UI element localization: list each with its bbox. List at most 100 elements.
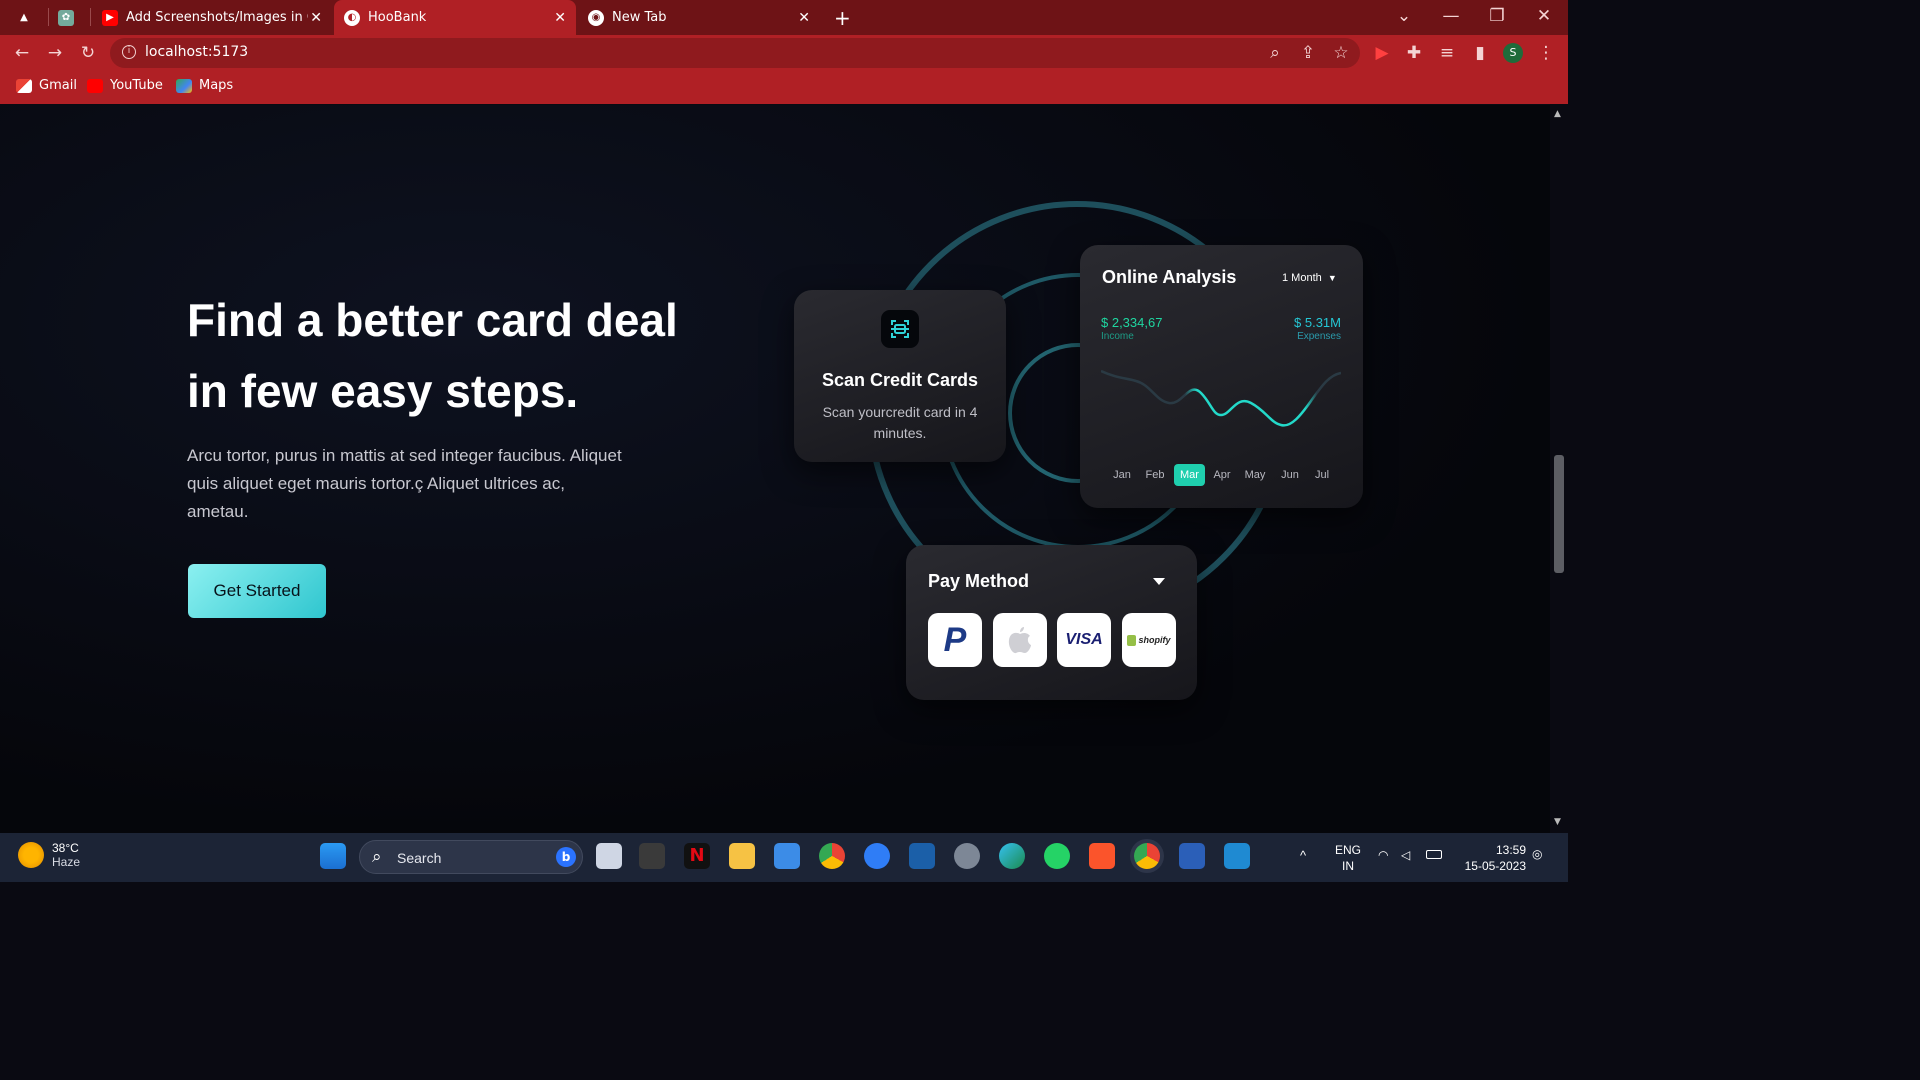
- chrome-app-icon[interactable]: [819, 843, 845, 869]
- edge-icon[interactable]: [999, 843, 1025, 869]
- scroll-up-icon[interactable]: ▲: [1554, 109, 1561, 119]
- settings-gear-icon[interactable]: [954, 843, 980, 869]
- language-indicator[interactable]: ENG IN: [1332, 842, 1364, 874]
- armoury-app-icon[interactable]: [639, 843, 665, 869]
- tab-strip: ▲ ✿ ▶ Add Screenshots/Images in Githu ✕ …: [0, 0, 1568, 35]
- tab-pinned-1[interactable]: ▲: [16, 0, 42, 35]
- bookmark-star-icon[interactable]: ☆: [1331, 43, 1351, 63]
- weather-sun-icon: [18, 842, 44, 868]
- url-text: localhost:5173: [145, 44, 249, 60]
- word-icon[interactable]: [1179, 843, 1205, 869]
- restore-icon[interactable]: ❐: [1487, 6, 1507, 26]
- chevron-down-icon: ▼: [1327, 273, 1337, 283]
- tray-overflow-icon[interactable]: ^: [1300, 848, 1306, 863]
- tab-hoobank[interactable]: ◐ HooBank ✕: [334, 0, 576, 35]
- share-icon[interactable]: ⇪: [1298, 43, 1318, 63]
- media-control-icon[interactable]: ≡: [1437, 43, 1457, 63]
- windows-start-icon[interactable]: [320, 843, 346, 869]
- weather-widget[interactable]: 38°C Haze: [18, 841, 80, 869]
- shopify-option[interactable]: shopify: [1122, 613, 1176, 667]
- profile-avatar[interactable]: S: [1503, 43, 1523, 63]
- side-panel-icon[interactable]: ▮: [1470, 43, 1490, 63]
- bookmark-label: Gmail: [39, 78, 77, 93]
- notifications-icon[interactable]: ◎: [1532, 847, 1542, 861]
- tab-title: Add Screenshots/Images in Githu: [126, 10, 308, 25]
- tab-new-tab[interactable]: ◉ New Tab ✕: [578, 0, 820, 35]
- bookmarks-bar: Gmail YouTube Maps: [0, 71, 1568, 104]
- month-may[interactable]: May: [1235, 464, 1275, 486]
- minimize-icon[interactable]: —: [1441, 6, 1461, 26]
- scan-icon: [881, 310, 919, 348]
- caret-down-icon[interactable]: [1153, 578, 1165, 585]
- back-icon[interactable]: ←: [12, 43, 32, 63]
- youtube-icon: ▶: [102, 9, 118, 26]
- wifi-icon[interactable]: ◠: [1378, 848, 1388, 862]
- bookmark-youtube[interactable]: YouTube: [87, 78, 163, 93]
- extension-video-icon[interactable]: ▶: [1372, 43, 1392, 63]
- visa-option[interactable]: VISA: [1057, 613, 1111, 667]
- zoom-icon[interactable]: ⌕: [1265, 43, 1285, 63]
- prime-video-icon[interactable]: [909, 843, 935, 869]
- chrome-icon: ◉: [588, 9, 604, 26]
- new-tab-button[interactable]: +: [834, 0, 854, 35]
- analysis-title: Online Analysis: [1102, 267, 1237, 287]
- brave-icon[interactable]: [1089, 843, 1115, 869]
- forward-icon[interactable]: →: [45, 43, 65, 63]
- file-explorer-icon[interactable]: [729, 843, 755, 869]
- page-viewport: Find a better card deal in few easy step…: [0, 105, 1550, 833]
- scroll-down-icon[interactable]: ▼: [1554, 817, 1561, 827]
- taskbar-search[interactable]: ⌕ Search b: [359, 840, 583, 874]
- range-dropdown[interactable]: 1 Month ▼: [1282, 272, 1337, 284]
- site-info-icon[interactable]: i: [122, 45, 136, 59]
- tab-github-screenshots[interactable]: ▶ Add Screenshots/Images in Githu ✕: [94, 0, 332, 35]
- bookmark-maps[interactable]: Maps: [176, 78, 233, 93]
- pay-method-title: Pay Method: [928, 571, 1030, 591]
- openai-icon: ✿: [58, 9, 74, 26]
- region-code: IN: [1342, 859, 1354, 873]
- hero-description: Arcu tortor, purus in mattis at sed inte…: [187, 446, 622, 521]
- plus-icon: +: [834, 5, 851, 30]
- tab-separator: [48, 8, 49, 26]
- scrollbar-thumb[interactable]: [1554, 455, 1564, 573]
- tab-search-icon[interactable]: ⌄: [1394, 6, 1414, 26]
- weather-temperature: 38°C: [52, 841, 79, 855]
- address-bar[interactable]: i localhost:5173: [110, 38, 1360, 68]
- apple-icon: [1008, 627, 1031, 654]
- maps-icon: [176, 78, 192, 93]
- menu-icon[interactable]: ⋮: [1536, 43, 1556, 63]
- vscode-icon[interactable]: [1224, 843, 1250, 869]
- clock[interactable]: 13:59 15-05-2023: [1456, 842, 1526, 874]
- bookmark-label: Maps: [199, 78, 234, 93]
- page-scrollbar[interactable]: ▲ ▼: [1550, 105, 1568, 833]
- close-tab-icon[interactable]: ✕: [554, 10, 566, 26]
- battery-icon[interactable]: [1426, 850, 1442, 859]
- tab-separator: [90, 8, 91, 26]
- close-tab-icon[interactable]: ✕: [310, 10, 322, 26]
- chrome-profile-icon[interactable]: [1134, 843, 1160, 869]
- close-window-icon[interactable]: ✕: [1534, 6, 1554, 26]
- task-view-icon[interactable]: [596, 843, 622, 869]
- reload-icon[interactable]: ↻: [78, 43, 98, 63]
- extensions-icon[interactable]: ✚: [1404, 43, 1424, 63]
- bookmark-gmail[interactable]: Gmail: [16, 78, 77, 93]
- shopify-icon: shopify: [1138, 635, 1171, 645]
- scan-card-subtitle: Scan yourcredit card in 4 minutes.: [822, 404, 978, 441]
- browser-toolbar: ← → ↻ i localhost:5173 ⌕ ⇪ ☆ ▶ ✚ ≡ ▮ ⋮: [0, 35, 1568, 71]
- bookmark-label: YouTube: [110, 78, 163, 93]
- paypal-option[interactable]: P: [928, 613, 982, 667]
- month-feb[interactable]: Feb: [1135, 464, 1175, 486]
- mail-icon[interactable]: [774, 843, 800, 869]
- tab-pinned-2[interactable]: ✿: [58, 0, 84, 35]
- month-mar[interactable]: Mar: [1174, 464, 1205, 486]
- range-label: 1 Month: [1282, 272, 1322, 284]
- netflix-icon[interactable]: N: [684, 843, 710, 869]
- close-tab-icon[interactable]: ✕: [798, 10, 810, 26]
- swift-app-icon[interactable]: [864, 843, 890, 869]
- whatsapp-icon[interactable]: [1044, 843, 1070, 869]
- windows-taskbar: 38°C Haze ⌕ Search b N ^ ENG IN ◠ ◁ 13:5…: [0, 833, 1568, 882]
- month-jul[interactable]: Jul: [1302, 464, 1342, 486]
- get-started-button[interactable]: Get Started: [188, 564, 326, 618]
- apple-pay-option[interactable]: [993, 613, 1047, 667]
- volume-icon[interactable]: ◁: [1401, 848, 1410, 862]
- clock-date: 15-05-2023: [1464, 859, 1526, 873]
